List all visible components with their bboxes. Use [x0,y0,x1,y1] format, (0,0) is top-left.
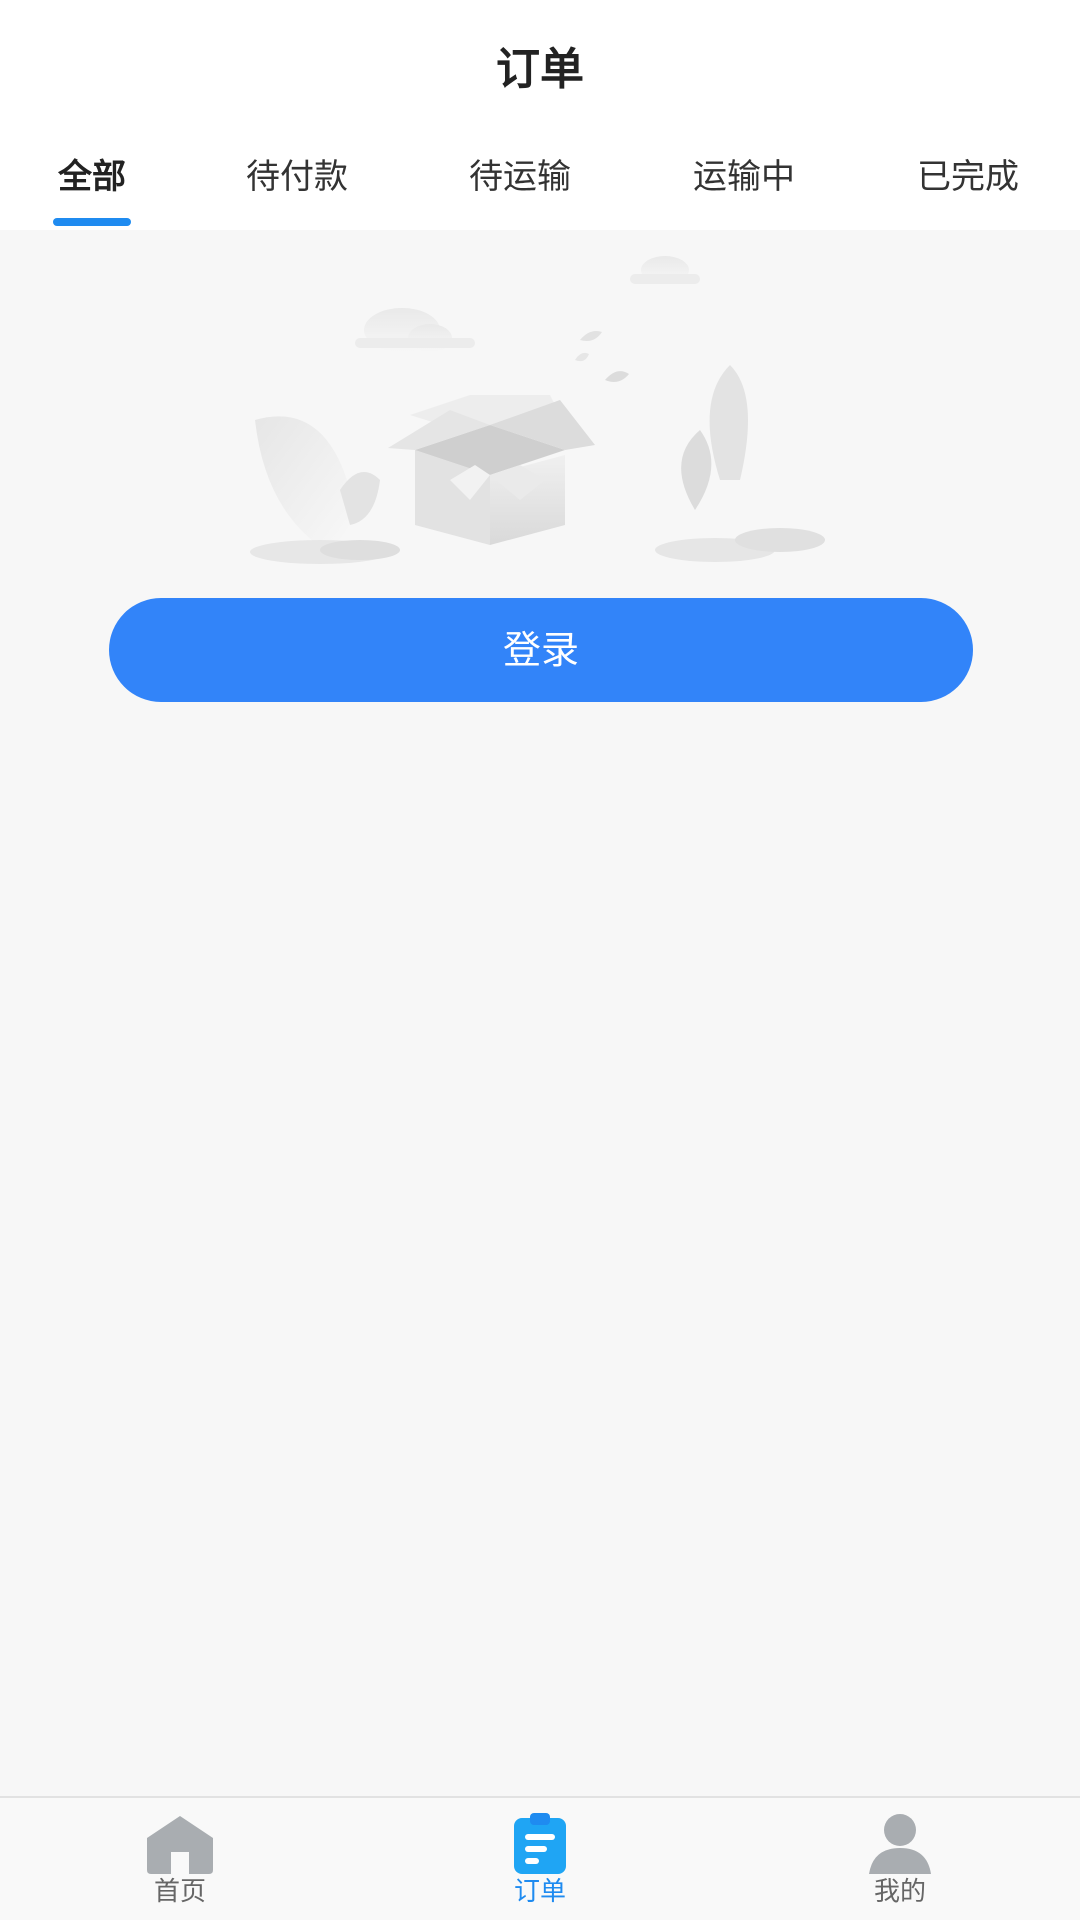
page-title: 订单 [496,44,584,95]
tab-pending-shipment[interactable]: 待运输 [430,150,610,230]
cloud-icon [630,256,700,284]
box-icon [388,395,595,545]
tab-label: 待运输 [469,157,571,197]
nav-item-home[interactable]: 首页 [80,1798,280,1920]
tab-label: 运输中 [693,157,795,197]
active-tab-indicator [53,218,131,226]
tab-label: 待付款 [246,157,348,197]
bottom-navigation: 首页 订单 我的 [0,1796,1080,1920]
tree-icon [655,365,825,562]
tab-in-transit[interactable]: 运输中 [654,150,834,230]
order-status-tabs: 全部 待付款 待运输 运输中 已完成 [0,150,1080,230]
plant-icon [250,416,400,564]
nav-item-orders[interactable]: 订单 [440,1798,640,1920]
login-button[interactable]: 登录 [109,598,973,702]
cloud-icon [355,308,475,352]
tab-label: 已完成 [917,157,1019,197]
home-icon [147,1816,213,1874]
nav-item-profile[interactable]: 我的 [800,1798,1000,1920]
nav-label: 订单 [513,1877,566,1907]
empty-box-illustration [250,256,825,564]
nav-label: 我的 [873,1877,926,1907]
tab-pending-payment[interactable]: 待付款 [207,150,387,230]
orders-page: 订单 全部 待付款 待运输 运输中 已完成 登录 首页 订单 我的 [0,0,1080,1920]
tab-all[interactable]: 全部 [2,150,182,230]
header: 订单 全部 待付款 待运输 运输中 已完成 [0,0,1080,230]
user-icon [869,1814,931,1874]
tab-completed[interactable]: 已完成 [878,150,1058,230]
tab-label: 全部 [58,157,126,197]
nav-label: 首页 [153,1877,206,1907]
order-clipboard-icon [514,1813,566,1874]
